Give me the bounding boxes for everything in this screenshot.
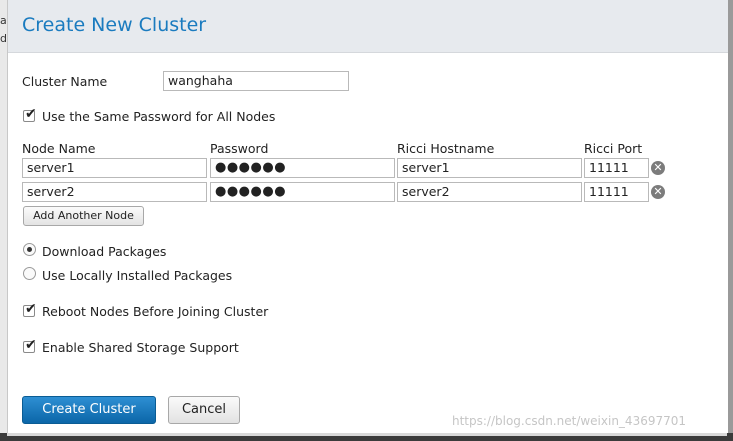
remove-node-icon[interactable]: ✕ [651, 161, 665, 175]
local-packages-radio[interactable] [23, 267, 36, 280]
dialog-header: Create New Cluster [8, 0, 728, 53]
checkmark-icon: ✔ [25, 301, 37, 317]
reboot-nodes-label: Reboot Nodes Before Joining Cluster [42, 304, 269, 319]
download-packages-label: Download Packages [42, 244, 167, 259]
reboot-nodes-checkbox[interactable]: ✔ [23, 301, 37, 317]
checkmark-icon: ✔ [25, 106, 37, 122]
column-header-node-name: Node Name [22, 141, 96, 156]
add-another-node-button[interactable]: Add Another Node [23, 206, 144, 226]
column-header-ricci-port: Ricci Port [584, 141, 643, 156]
column-header-password: Password [210, 141, 269, 156]
remove-node-icon[interactable]: ✕ [651, 185, 665, 199]
watermark-text: https://blog.csdn.net/weixin_43697701 [452, 414, 687, 428]
node-name-input[interactable]: server1 [22, 158, 207, 178]
password-input[interactable]: ●●●●●● [210, 182, 395, 202]
shared-storage-label: Enable Shared Storage Support [42, 340, 239, 355]
node-name-input[interactable]: server2 [22, 182, 207, 202]
radio-selected-dot [27, 247, 32, 252]
create-cluster-button[interactable]: Create Cluster [22, 396, 156, 424]
ricci-port-input[interactable]: 11111 [584, 158, 649, 178]
download-packages-radio[interactable] [23, 243, 36, 256]
dialog-bottom-border [7, 433, 727, 436]
same-password-checkbox[interactable]: ✔ [23, 106, 37, 122]
create-cluster-dialog: Create New Cluster Cluster Name wanghaha… [7, 0, 728, 433]
background-text-fragment: a [0, 14, 7, 27]
local-packages-label: Use Locally Installed Packages [42, 268, 233, 283]
checkmark-icon: ✔ [25, 337, 37, 353]
dialog-title: Create New Cluster [22, 14, 207, 36]
cancel-button[interactable]: Cancel [168, 396, 240, 424]
cluster-name-input[interactable]: wanghaha [163, 71, 349, 91]
ricci-hostname-input[interactable]: server2 [397, 182, 582, 202]
ricci-hostname-input[interactable]: server1 [397, 158, 582, 178]
cluster-name-label: Cluster Name [22, 74, 108, 89]
password-input[interactable]: ●●●●●● [210, 158, 395, 178]
background-window-left: a d [0, 0, 7, 441]
background-text-fragment: d [0, 32, 7, 45]
column-header-ricci-hostname: Ricci Hostname [397, 141, 495, 156]
shared-storage-checkbox[interactable]: ✔ [23, 337, 37, 353]
ricci-port-input[interactable]: 11111 [584, 182, 649, 202]
same-password-label: Use the Same Password for All Nodes [42, 109, 276, 124]
